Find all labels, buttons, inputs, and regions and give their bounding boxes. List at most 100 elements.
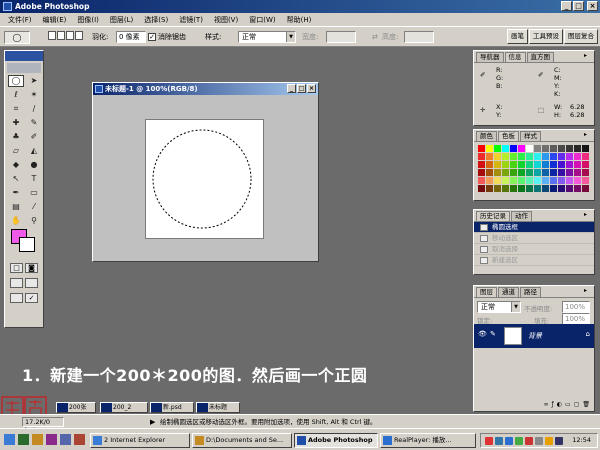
- color-swatch[interactable]: [566, 161, 573, 168]
- color-swatch[interactable]: [510, 177, 517, 184]
- menu-filter[interactable]: 滤镜(T): [179, 15, 203, 25]
- minimized-doc-2[interactable]: 200_2: [100, 402, 148, 413]
- layer-style-icon[interactable]: ƒ: [552, 401, 554, 409]
- history-brush-tool-icon[interactable]: ✐: [26, 131, 42, 143]
- style-select[interactable]: 正常 ▼: [238, 31, 296, 43]
- palette-tab-layer-comps[interactable]: 图层复合: [564, 29, 598, 44]
- color-swatch[interactable]: [478, 145, 485, 152]
- color-swatch[interactable]: [526, 161, 533, 168]
- color-swatch[interactable]: [502, 177, 509, 184]
- color-swatch[interactable]: [574, 145, 581, 152]
- doc-size-readout[interactable]: 17.2K/0 bytes: [22, 417, 64, 434]
- menu-view[interactable]: 视图(V): [214, 15, 238, 25]
- color-swatch[interactable]: [494, 145, 501, 152]
- panel-menu-icon[interactable]: ▸: [584, 288, 592, 295]
- color-swatch[interactable]: [486, 177, 493, 184]
- document-canvas[interactable]: [145, 119, 264, 239]
- color-swatch[interactable]: [494, 153, 501, 160]
- color-swatch[interactable]: [486, 145, 493, 152]
- full-screen-icon[interactable]: [10, 293, 23, 303]
- history-item-deselect[interactable]: 取消选择: [474, 244, 594, 255]
- path-selection-tool-icon[interactable]: ↖: [8, 173, 24, 185]
- tab-history[interactable]: 历史记录: [476, 211, 510, 221]
- color-swatch[interactable]: [526, 169, 533, 176]
- tray-speaker-icon[interactable]: [535, 437, 543, 445]
- pen-tool-icon[interactable]: ✒: [8, 187, 24, 199]
- palette-tab-brushes[interactable]: 画笔: [507, 29, 528, 44]
- eraser-tool-icon[interactable]: ▱: [8, 145, 24, 157]
- eyedropper-tool-icon[interactable]: ⁄: [26, 201, 42, 213]
- quicklaunch-ie-icon[interactable]: [4, 434, 15, 445]
- tray-network-icon[interactable]: [495, 437, 503, 445]
- color-swatch[interactable]: [566, 177, 573, 184]
- status-arrow-icon[interactable]: ▶: [150, 417, 155, 427]
- tab-paths[interactable]: 路径: [520, 287, 541, 297]
- color-swatch[interactable]: [502, 185, 509, 192]
- color-swatch[interactable]: [550, 153, 557, 160]
- new-selection-icon[interactable]: [48, 31, 56, 40]
- color-swatch[interactable]: [542, 169, 549, 176]
- color-swatch[interactable]: [486, 153, 493, 160]
- slice-tool-icon[interactable]: ∕: [26, 103, 42, 115]
- color-swatch[interactable]: [566, 145, 573, 152]
- task-photoshop[interactable]: Adobe Photoshop: [294, 433, 378, 448]
- color-swatch[interactable]: [550, 145, 557, 152]
- color-swatch[interactable]: [478, 177, 485, 184]
- color-swatch[interactable]: [550, 161, 557, 168]
- photoshop-icon[interactable]: [3, 2, 12, 11]
- color-swatch[interactable]: [566, 169, 573, 176]
- minimized-doc-4[interactable]: 未标题: [196, 402, 240, 413]
- minimized-doc-1[interactable]: 200张: [56, 402, 96, 413]
- tab-channels[interactable]: 通道: [498, 287, 519, 297]
- color-swatch[interactable]: [534, 153, 541, 160]
- task-internet-explorer[interactable]: 2 Internet Explorer: [90, 433, 190, 448]
- color-swatch[interactable]: [558, 161, 565, 168]
- color-swatch[interactable]: [486, 185, 493, 192]
- color-swatch[interactable]: [502, 153, 509, 160]
- zoom-tool-icon[interactable]: ⚲: [26, 215, 42, 227]
- color-swatch[interactable]: [526, 145, 533, 152]
- panel-menu-icon[interactable]: ▸: [584, 212, 592, 219]
- tab-layers[interactable]: 图层: [476, 287, 497, 297]
- tray-realplayer-icon[interactable]: [505, 437, 513, 445]
- color-swatch[interactable]: [494, 185, 501, 192]
- color-swatch[interactable]: [478, 153, 485, 160]
- eye-icon[interactable]: 👁: [478, 330, 487, 338]
- blend-mode-select[interactable]: 正常 ▼: [477, 301, 521, 313]
- color-swatch[interactable]: [542, 177, 549, 184]
- color-swatch[interactable]: [534, 185, 541, 192]
- color-swatch[interactable]: [518, 169, 525, 176]
- shape-tool-icon[interactable]: ▭: [26, 187, 42, 199]
- background-color-swatch[interactable]: [19, 237, 35, 252]
- color-swatch[interactable]: [550, 177, 557, 184]
- maximize-button[interactable]: □: [573, 1, 584, 11]
- color-swatch[interactable]: [526, 185, 533, 192]
- color-swatch[interactable]: [574, 161, 581, 168]
- quicklaunch-folder-icon[interactable]: [32, 434, 43, 445]
- dodge-tool-icon[interactable]: ●: [26, 159, 42, 171]
- history-item-new-selection[interactable]: 新建选区: [474, 255, 594, 266]
- tab-color[interactable]: 颜色: [476, 131, 497, 141]
- color-swatch[interactable]: [542, 185, 549, 192]
- color-swatch[interactable]: [574, 153, 581, 160]
- color-swatch[interactable]: [494, 177, 501, 184]
- tab-info[interactable]: 信息: [504, 52, 526, 62]
- intersect-selection-icon[interactable]: [75, 31, 83, 40]
- color-swatch[interactable]: [526, 153, 533, 160]
- color-swatch[interactable]: [582, 185, 589, 192]
- tool-preset-picker[interactable]: ◯: [4, 31, 30, 44]
- document-title-bar[interactable]: 未标题-1 @ 100%(RGB/8) _ □ ×: [93, 83, 318, 95]
- color-swatch[interactable]: [582, 145, 589, 152]
- color-swatch[interactable]: [518, 177, 525, 184]
- color-swatch[interactable]: [478, 161, 485, 168]
- document-close-button[interactable]: ×: [307, 84, 316, 93]
- color-swatch[interactable]: [486, 161, 493, 168]
- healing-brush-tool-icon[interactable]: ✚: [8, 117, 24, 129]
- color-swatch[interactable]: [510, 169, 517, 176]
- color-swatch[interactable]: [478, 169, 485, 176]
- toolbox-title-bar[interactable]: [5, 51, 43, 61]
- layer-background[interactable]: 👁 ✎ 背景 ⌂: [474, 324, 594, 348]
- palette-tab-tool-presets[interactable]: 工具预设: [529, 29, 563, 44]
- menu-window[interactable]: 窗口(W): [249, 15, 275, 25]
- color-swatch[interactable]: [558, 185, 565, 192]
